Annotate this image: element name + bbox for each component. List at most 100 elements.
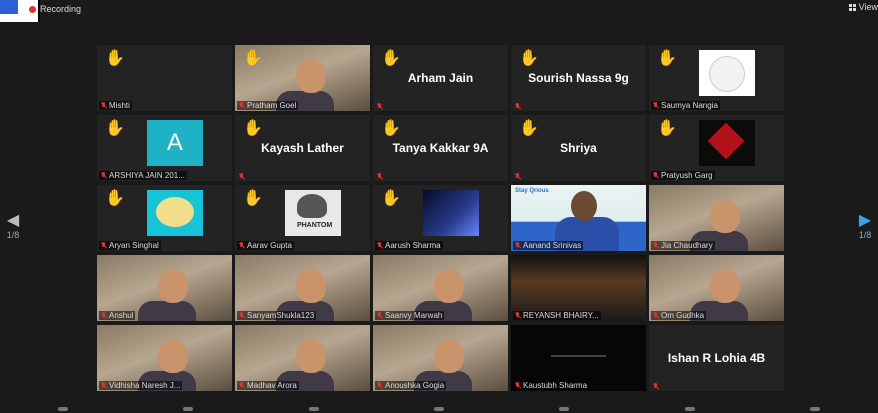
toolbar-chat-icon[interactable] xyxy=(433,407,444,411)
participant-tile[interactable]: Kaustubh Sharma xyxy=(511,325,646,391)
participant-tile[interactable]: PHANTOM ✋ Aarav Gupta xyxy=(235,185,370,251)
muted-mic-icon xyxy=(101,172,107,179)
participant-tile[interactable]: Anoushka Gogia xyxy=(373,325,508,391)
participant-tile[interactable]: Om Gudhka xyxy=(649,255,784,321)
participant-name: REYANSH BHAIRY... xyxy=(523,311,599,320)
participant-name: Aanand Srinivas xyxy=(523,241,582,250)
raised-hand-icon: ✋ xyxy=(657,120,677,137)
muted-mic-icon xyxy=(515,312,521,319)
participant-name-label xyxy=(513,103,523,110)
recording-label: Recording xyxy=(40,4,82,14)
participant-tile[interactable]: Madhav Arora xyxy=(235,325,370,391)
muted-mic-icon xyxy=(653,172,659,179)
toolbar-record-icon[interactable] xyxy=(684,407,695,411)
participant-tile[interactable]: A ✋ ARSHIYA JAIN 201... xyxy=(97,115,232,181)
participant-name-label: Pratyush Garg xyxy=(651,171,715,180)
muted-mic-icon xyxy=(515,173,521,180)
participant-name-label: SanyamShukla123 xyxy=(237,311,317,320)
toolbar-reactions-icon[interactable] xyxy=(810,407,821,411)
grid-view-icon xyxy=(848,3,856,11)
participant-name-label: Madhav Arora xyxy=(237,381,299,390)
muted-mic-icon xyxy=(653,242,659,249)
muted-mic-icon xyxy=(653,383,659,390)
muted-mic-icon xyxy=(239,382,245,389)
participant-tile[interactable]: ✋ Mishti xyxy=(97,45,232,111)
raised-hand-icon: ✋ xyxy=(243,50,263,67)
participant-tile[interactable]: Jia Chaudhary xyxy=(649,185,784,251)
participant-name: Anshul xyxy=(109,311,134,320)
muted-mic-icon xyxy=(239,102,245,109)
previous-page-button[interactable]: ◀ 1/8 xyxy=(3,210,23,240)
participant-tile[interactable]: Tanya Kakkar 9A ✋ xyxy=(373,115,508,181)
participant-name-label xyxy=(375,103,385,110)
muted-mic-icon xyxy=(377,103,383,110)
raised-hand-icon: ✋ xyxy=(519,120,539,137)
raised-hand-icon: ✋ xyxy=(105,50,125,67)
toolbar-participants-icon[interactable] xyxy=(308,407,319,411)
chevron-right-icon: ▶ xyxy=(858,212,872,229)
participant-face xyxy=(433,269,464,303)
participant-name: Madhav Arora xyxy=(247,381,297,390)
next-page-button[interactable]: ▶ 1/8 xyxy=(855,210,875,240)
participant-name: Aarush Sharma xyxy=(385,241,441,250)
participant-name-label xyxy=(375,173,385,180)
participant-tile[interactable]: Saanvy Marwah xyxy=(373,255,508,321)
toolbar-video-icon[interactable] xyxy=(183,407,194,411)
participant-tile[interactable]: SanyamShukla123 xyxy=(235,255,370,321)
muted-mic-icon xyxy=(239,173,245,180)
page-indicator-left: 1/8 xyxy=(6,230,20,240)
participant-tile[interactable]: Kayash Lather ✋ xyxy=(235,115,370,181)
participant-name-display: Arham Jain xyxy=(407,71,474,85)
participant-tile[interactable]: ✋ Pratyush Garg xyxy=(649,115,784,181)
muted-mic-icon xyxy=(101,242,107,249)
participant-tile[interactable]: REYANSH BHAIRY... xyxy=(511,255,646,321)
profile-picture: PHANTOM xyxy=(284,190,341,236)
participant-name-display: Sourish Nassa 9g xyxy=(528,71,629,85)
participant-face xyxy=(157,269,188,303)
participant-name-display: Tanya Kakkar 9A xyxy=(392,141,489,155)
participant-tile[interactable]: ✋ Pratham Goel xyxy=(235,45,370,111)
muted-mic-icon xyxy=(377,312,383,319)
participant-tile[interactable]: ✋ Aryan Singhal xyxy=(97,185,232,251)
participant-tile[interactable]: Shriya ✋ xyxy=(511,115,646,181)
participant-name-display: Kayash Lather xyxy=(261,141,344,155)
muted-mic-icon xyxy=(101,382,107,389)
toolbar-share-icon[interactable] xyxy=(559,407,570,411)
participant-face xyxy=(709,199,740,233)
raised-hand-icon: ✋ xyxy=(243,120,263,137)
red-emblem-icon xyxy=(707,122,745,160)
participant-name-display: Shriya xyxy=(560,141,597,155)
participant-name-label: Anoushka Gogia xyxy=(375,381,447,390)
participant-name-label xyxy=(513,173,523,180)
participant-name-label: Aryan Singhal xyxy=(99,241,161,250)
participant-tile[interactable]: Sourish Nassa 9g ✋ xyxy=(511,45,646,111)
participant-face xyxy=(295,339,326,373)
participant-tile[interactable]: ✋ Aarush Sharma xyxy=(373,185,508,251)
participant-face xyxy=(709,269,740,303)
raised-hand-icon: ✋ xyxy=(105,190,125,207)
participant-tile[interactable]: Vidhisha Naresh J... xyxy=(97,325,232,391)
participant-name-label: Vidhisha Naresh J... xyxy=(99,381,183,390)
muted-mic-icon xyxy=(101,102,107,109)
participant-name: Vidhisha Naresh J... xyxy=(109,381,181,390)
participant-tile[interactable]: Anshul xyxy=(97,255,232,321)
participant-tile[interactable]: Stay Qrious Aanand Srinivas xyxy=(511,185,646,251)
raised-hand-icon: ✋ xyxy=(243,190,263,207)
participant-name: Saumya Nangia xyxy=(661,101,718,110)
raised-hand-icon: ✋ xyxy=(381,190,401,207)
participant-name-label: ARSHIYA JAIN 201... xyxy=(99,171,187,180)
participant-name-label: Mishti xyxy=(99,101,132,110)
profile-picture xyxy=(146,190,203,236)
participant-tile[interactable]: Ishan R Lohia 4B xyxy=(649,325,784,391)
view-button[interactable]: View xyxy=(848,2,878,12)
participant-name-label: Aarush Sharma xyxy=(375,241,443,250)
participant-tile[interactable]: ✋ Saumya Nangia xyxy=(649,45,784,111)
gallery-grid: ✋ Mishti ✋ Pratham Goel Arham Jain ✋ Sourish N… xyxy=(97,45,786,391)
participant-name: ARSHIYA JAIN 201... xyxy=(109,171,185,180)
participant-name-label xyxy=(237,173,247,180)
page-indicator-right: 1/8 xyxy=(858,230,872,240)
participant-name-label: Om Gudhka xyxy=(651,311,707,320)
participant-name: Kaustubh Sharma xyxy=(523,381,588,390)
toolbar-mic-icon[interactable] xyxy=(57,407,68,411)
participant-tile[interactable]: Arham Jain ✋ xyxy=(373,45,508,111)
